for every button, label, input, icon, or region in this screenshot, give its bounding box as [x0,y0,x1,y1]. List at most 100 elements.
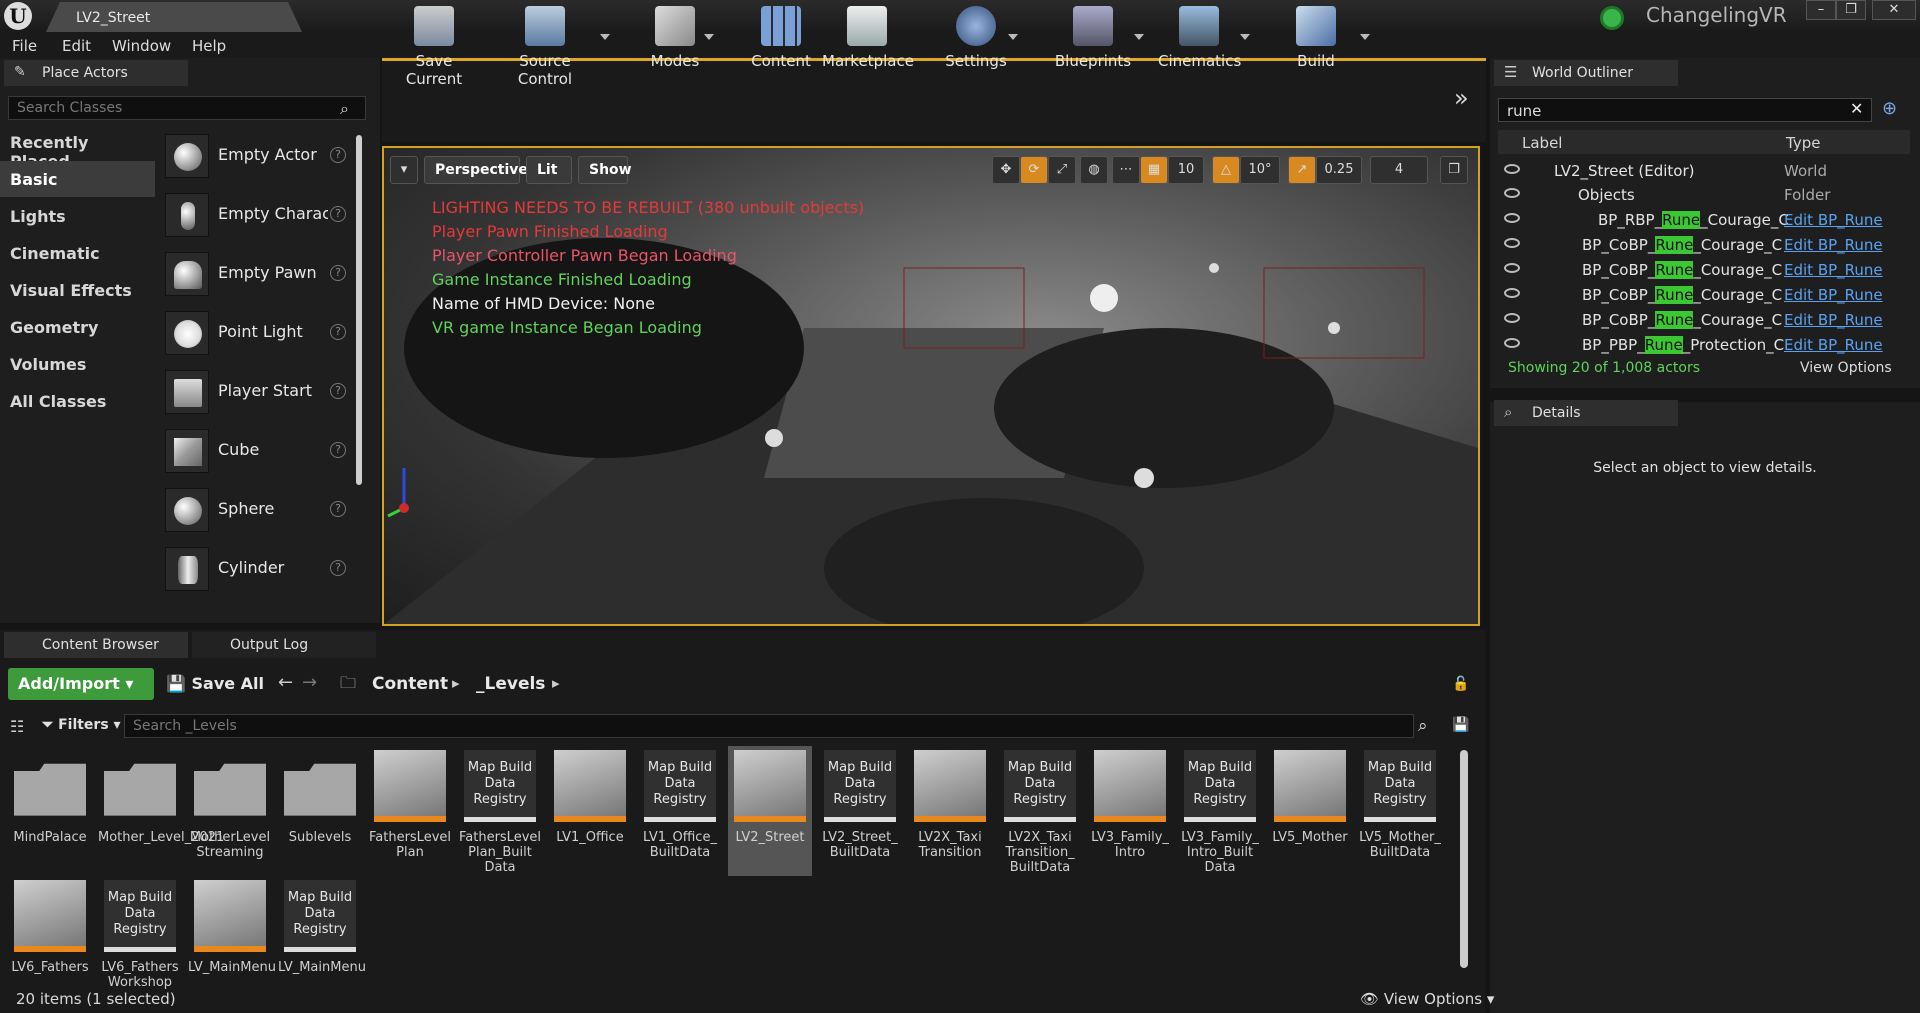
eye-icon[interactable] [1504,263,1520,273]
minimize-button[interactable]: – [1806,0,1836,20]
outliner-row[interactable]: BP_CoBP_Rune_Courage_C Edit BP_Rune [1498,257,1910,282]
help-icon[interactable]: ? [330,442,346,458]
world-icon[interactable]: ◍ [1080,156,1108,184]
chevron-down-icon[interactable] [704,34,714,40]
help-icon[interactable]: ? [330,324,346,340]
back-arrow-icon[interactable]: ← [278,672,293,693]
column-label[interactable]: Label [1522,134,1562,152]
category-lights[interactable]: Lights [0,198,155,234]
outliner-view-options[interactable]: View Options [1800,360,1892,376]
outliner-row[interactable]: BP_CoBP_Rune_Courage_C Edit BP_Rune [1498,307,1910,332]
breadcrumb-levels[interactable]: _Levels [476,674,545,694]
asset-tile[interactable]: Map Build Data Registry LV_MainMenu [278,876,366,1006]
asset-tile[interactable]: Map Build Data Registry LV6_Fathers Works… [98,876,182,1006]
forward-arrow-icon[interactable]: → [302,672,317,693]
actor-item-player-start[interactable]: Player Start ? [160,363,360,419]
eye-icon[interactable] [1504,313,1520,323]
outliner-row[interactable]: BP_CoBP_Rune_Courage_C Edit BP_Rune [1498,282,1910,307]
tab-content-browser[interactable]: Content Browser [4,632,188,658]
eye-icon[interactable] [1504,288,1520,298]
asset-grid-scrollbar[interactable] [1460,750,1468,968]
asset-tile[interactable]: Map Build Data Registry LV2X_Taxi Transit… [998,746,1082,876]
asset-tile[interactable]: LV3_Family_ Intro [1088,746,1172,876]
grid-snap-icon[interactable]: ▦ [1140,156,1168,184]
scale-snap-value[interactable]: 0.25 [1316,156,1362,184]
clear-search-icon[interactable]: ✕ [1850,99,1863,118]
category-visual-effects[interactable]: Visual Effects [0,272,155,308]
chevron-down-icon[interactable] [1134,34,1144,40]
eye-icon[interactable] [1504,238,1520,248]
asset-tile[interactable]: Map Build Data Registry LV3_Family_ Intro… [1178,746,1262,876]
settings-button[interactable]: Settings [940,6,1012,80]
save-search-icon[interactable]: 💾 [1452,717,1469,733]
asset-tile[interactable]: MotherLevel Streaming [188,746,272,876]
rotation-snap-value[interactable]: 10° [1240,156,1280,184]
chevron-down-icon[interactable] [600,34,610,40]
help-icon[interactable]: ? [330,206,346,222]
help-icon[interactable]: ? [330,265,346,281]
edit-blueprint-link[interactable]: Edit BP_Rune [1784,211,1883,229]
content-search-input[interactable]: Search _Levels [124,714,1414,738]
outliner-row[interactable]: BP_RBP_Rune_Courage_C Edit BP_Rune [1498,207,1910,232]
tab-output-log[interactable]: Output Log [192,632,376,658]
outliner-row[interactable]: LV2_Street (Editor) World [1498,158,1910,183]
surface-snap-icon[interactable]: ⋯ [1112,156,1140,184]
asset-tile[interactable]: Map Build Data Registry LV2_Street_ Built… [818,746,902,876]
actor-item-sphere[interactable]: Sphere ? [160,481,360,537]
category-recently-placed[interactable]: Recently Placed [0,124,155,171]
unreal-logo-icon[interactable]: U [4,2,32,30]
lit-button[interactable]: Lit [526,156,572,184]
outliner-row[interactable]: Objects Folder [1498,182,1910,207]
eye-icon[interactable] [1504,338,1520,348]
eye-icon[interactable] [1504,164,1520,174]
menu-file[interactable]: File [12,37,37,55]
edit-blueprint-link[interactable]: Edit BP_Rune [1784,236,1883,254]
eye-icon[interactable] [1504,188,1520,198]
sources-toggle-icon[interactable]: ☷ [10,717,24,736]
actor-item-empty-actor[interactable]: Empty Actor ? [160,127,360,183]
asset-tile[interactable]: Map Build Data Registry LV1_Office_ Built… [638,746,722,876]
filters-dropdown[interactable]: ⏷ Filters ▾ [42,717,121,733]
asset-tile[interactable]: Sublevels [278,746,362,876]
save-all-button[interactable]: 💾 Save All [166,674,264,693]
close-window-button[interactable]: ✕ [1872,0,1916,20]
maximize-viewport-icon[interactable]: ❐ [1440,156,1468,184]
actor-item-point-light[interactable]: Point Light ? [160,304,360,360]
translate-icon[interactable]: ✥ [992,156,1020,184]
save-current-button[interactable]: Save Current [386,6,482,88]
show-button[interactable]: Show [578,156,632,184]
asset-tile[interactable]: Map Build Data Registry LV5_Mother_ Built… [1358,746,1442,876]
actor-item-empty-character[interactable]: Empty Character ? [160,186,360,242]
menu-window[interactable]: Window [112,37,171,55]
menu-edit[interactable]: Edit [62,37,91,55]
toolbar-overflow-icon[interactable]: » [1454,84,1469,112]
breadcrumb-content[interactable]: Content [372,674,448,694]
asset-tile[interactable]: MindPalace [8,746,92,876]
menu-help[interactable]: Help [192,37,226,55]
chevron-down-icon[interactable] [1240,34,1250,40]
edit-blueprint-link[interactable]: Edit BP_Rune [1784,336,1883,354]
help-icon[interactable]: ? [330,147,346,163]
content-view-options[interactable]: 👁 View Options ▾ [1360,990,1494,1008]
asset-tile[interactable]: LV1_Office [548,746,632,876]
help-icon[interactable]: ? [330,560,346,576]
category-geometry[interactable]: Geometry [0,309,155,345]
lock-icon[interactable]: 🔓 [1452,676,1469,692]
chevron-right-icon[interactable]: ▸ [552,674,560,692]
help-icon[interactable]: ? [330,501,346,517]
scale-icon[interactable]: ⤢ [1048,156,1076,184]
asset-tile[interactable]: Map Build Data Registry FathersLevel Plan… [458,746,542,876]
actor-item-cube[interactable]: Cube ? [160,422,360,478]
edit-blueprint-link[interactable]: Edit BP_Rune [1784,286,1883,304]
modes-button[interactable]: Modes [640,6,710,80]
chevron-down-icon[interactable] [1008,34,1018,40]
actor-item-cylinder[interactable]: Cylinder ? [160,540,360,596]
cinematics-button[interactable]: Cinematics [1158,6,1241,80]
marketplace-button[interactable]: Marketplace [822,6,914,80]
category-all-classes[interactable]: All Classes [0,383,155,419]
add-import-button[interactable]: Add/Import ▾ [8,668,154,700]
source-control-status-icon[interactable] [1600,6,1624,30]
build-button[interactable]: Build [1284,6,1348,80]
outliner-row[interactable]: BP_CoBP_Rune_Courage_C Edit BP_Rune [1498,232,1910,257]
level-viewport[interactable]: ▾ Perspective Lit Show ✥ ⟳ ⤢ ◍ ⋯ ▦ 10 △ … [382,146,1480,626]
